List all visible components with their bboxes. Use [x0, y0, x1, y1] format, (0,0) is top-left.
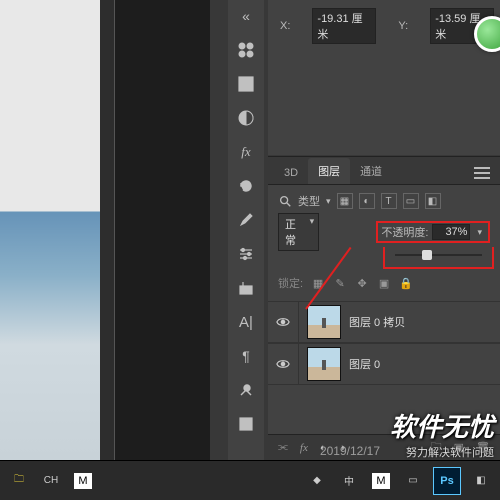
tab-layers[interactable]: 图层 [308, 158, 350, 184]
blend-mode-select[interactable]: 正常 [278, 213, 319, 251]
taskbar-tray2-icon[interactable]: ◧ [466, 466, 496, 496]
layers-panel: 3D 图层 通道 类型 ▾ ▦ ◐ T ▭ ◧ 正常 不透明度: ▾ 锁定: ▦… [268, 156, 500, 460]
collapse-icon[interactable]: « [234, 6, 258, 26]
ime-m[interactable]: M [68, 466, 98, 496]
layer-name[interactable]: 图层 0 [349, 356, 380, 372]
vertical-toolbar: « fx A| ¶ [228, 0, 264, 460]
ime-ch[interactable]: CH [36, 466, 66, 496]
opacity-input[interactable] [432, 224, 470, 240]
filter-pixel-icon[interactable]: ▦ [337, 193, 353, 209]
lock-artboard-icon[interactable]: ▣ [377, 276, 391, 290]
status-badge-icon[interactable] [474, 16, 500, 52]
tab-3d[interactable]: 3D [274, 162, 308, 184]
paragraph-icon[interactable]: ¶ [234, 346, 258, 366]
panel-footer: ⫘ fx ◐ ◑ 🗀 ▣ 🗑 [268, 434, 500, 460]
layer-list: 图层 0 拷贝 图层 0 [268, 297, 500, 389]
swatches-icon[interactable] [234, 40, 258, 60]
vertical-ruler [100, 0, 115, 460]
layer-name[interactable]: 图层 0 拷贝 [349, 314, 405, 330]
ime-zh[interactable]: 中 [334, 466, 364, 496]
panel-tabs: 3D 图层 通道 [268, 157, 500, 185]
blend-mode-row: 正常 不透明度: ▾ [268, 217, 500, 247]
tab-channels[interactable]: 通道 [350, 158, 392, 184]
visibility-icon[interactable] [276, 315, 290, 329]
layer-row[interactable]: 图层 0 拷贝 [268, 301, 500, 343]
character-icon[interactable]: A| [234, 312, 258, 332]
filter-type-icon[interactable]: T [381, 193, 397, 209]
taskbar: 🗀 CH M ◆ 中 M ▭ Ps ◧ [0, 460, 500, 500]
options-bar: X: -19.31 厘米 Y: -13.59 厘米 [268, 0, 500, 155]
filter-label: 类型 [298, 193, 320, 209]
group-icon[interactable]: 🗀 [431, 438, 442, 457]
delete-layer-icon[interactable]: 🗑 [476, 441, 490, 454]
tools-icon[interactable] [234, 380, 258, 400]
search-icon[interactable] [278, 194, 292, 208]
taskbar-explorer-icon[interactable]: 🗀 [4, 466, 34, 496]
adjustments-icon[interactable] [234, 108, 258, 128]
brush-settings-icon[interactable] [234, 244, 258, 264]
date-overlay: 2019/12/17 [320, 444, 380, 458]
fx-icon[interactable]: fx [300, 442, 308, 454]
panel-menu-icon[interactable] [464, 162, 500, 184]
lock-pixels-icon[interactable]: ▦ [311, 276, 325, 290]
lock-position-icon[interactable]: ✥ [355, 276, 369, 290]
link-layers-icon[interactable]: ⫘ [278, 441, 288, 454]
x-label: X: [280, 20, 290, 32]
visibility-icon[interactable] [276, 357, 290, 371]
lock-brush-icon[interactable]: ✎ [333, 276, 347, 290]
taskbar-photoshop-icon[interactable]: Ps [430, 466, 464, 496]
ime-m2[interactable]: M [366, 466, 396, 496]
layer-row[interactable]: 图层 0 [268, 343, 500, 385]
styles-icon[interactable]: fx [234, 142, 258, 162]
filter-smart-icon[interactable]: ◧ [425, 193, 441, 209]
new-layer-icon[interactable]: ▣ [454, 441, 464, 454]
opacity-slider-row [383, 247, 494, 269]
y-label: Y: [398, 20, 408, 32]
lock-row: 锁定: ▦ ✎ ✥ ▣ 🔒 [268, 269, 500, 297]
opacity-dropdown-icon[interactable]: ▾ [474, 227, 485, 238]
history-icon[interactable] [234, 176, 258, 196]
x-value[interactable]: -19.31 厘米 [312, 8, 376, 44]
opacity-label: 不透明度: [381, 224, 428, 240]
lock-all-icon[interactable]: 🔒 [399, 276, 413, 290]
layer-thumbnail[interactable] [307, 305, 341, 339]
info-icon[interactable] [234, 278, 258, 298]
layer-thumbnail[interactable] [307, 347, 341, 381]
filter-shape-icon[interactable]: ▭ [403, 193, 419, 209]
properties-icon[interactable] [234, 414, 258, 434]
canvas-image [0, 0, 100, 460]
grid-icon[interactable] [234, 74, 258, 94]
lock-label: 锁定: [278, 275, 303, 291]
taskbar-app-icon[interactable]: ◆ [302, 466, 332, 496]
taskbar-tray-icon[interactable]: ▭ [398, 466, 428, 496]
brush-icon[interactable] [234, 210, 258, 230]
slider-thumb[interactable] [422, 250, 432, 260]
opacity-control: 不透明度: ▾ [376, 221, 490, 243]
opacity-slider[interactable] [395, 249, 482, 261]
filter-adjust-icon[interactable]: ◐ [359, 193, 375, 209]
canvas-area[interactable] [0, 0, 210, 460]
